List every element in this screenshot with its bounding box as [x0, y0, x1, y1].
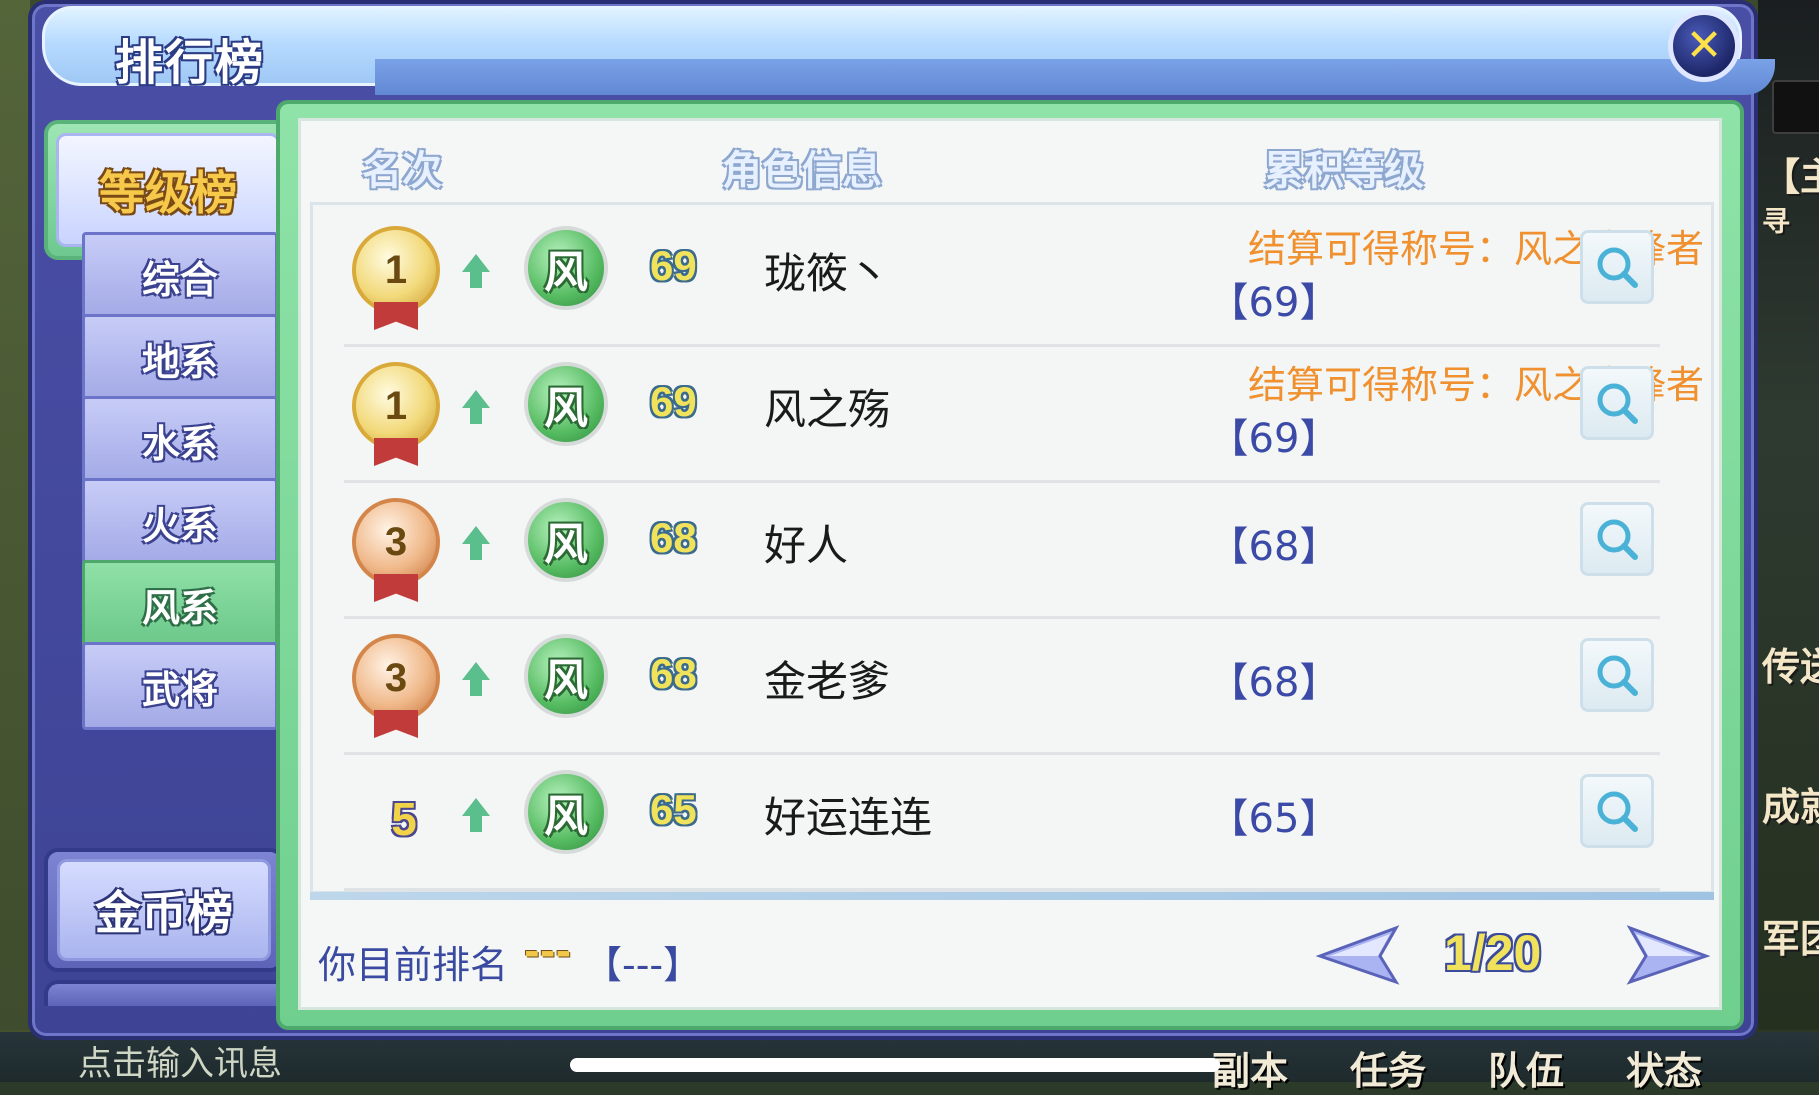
medal-rank-number: 1	[352, 226, 440, 314]
accumulated-level: 【65】	[1208, 796, 1340, 842]
gold-medal-icon: 1	[348, 226, 440, 338]
rank-number: 5	[391, 793, 417, 845]
ranking-row[interactable]: 3 风 68 好人 【68】	[344, 480, 1660, 619]
tab-next-stub[interactable]	[44, 980, 292, 1006]
medal-ribbon	[374, 438, 418, 466]
player-level: 69	[650, 242, 697, 289]
right-dock-slot	[1772, 80, 1819, 134]
wind-element-icon: 风	[524, 770, 608, 854]
bronze-medal-icon: 3	[348, 634, 440, 746]
bronze-medal-icon: 3	[348, 498, 440, 610]
view-player-button[interactable]	[1580, 502, 1654, 576]
medal-rank-number: 1	[352, 362, 440, 450]
sub-tab-wind[interactable]: 风系	[82, 560, 278, 648]
player-level: 65	[650, 786, 697, 833]
wind-element-icon: 风	[524, 226, 608, 310]
bottom-button-dungeon[interactable]: 副本	[1212, 1040, 1288, 1095]
rank-up-arrow-stem	[470, 814, 482, 832]
column-header-rank: 名次	[362, 148, 442, 194]
player-name: 风之殇	[764, 385, 891, 434]
view-player-button[interactable]	[1580, 230, 1654, 304]
right-dock-item-legion[interactable]: 军团	[1762, 908, 1819, 963]
bottom-button-quest[interactable]: 任务	[1350, 1040, 1426, 1095]
right-dock-item-search[interactable]: 寻	[1762, 200, 1819, 240]
right-dock-item-main[interactable]: 【主	[1762, 146, 1819, 201]
rank-up-arrow-stem	[470, 406, 482, 424]
my-rank-value: ---	[524, 930, 572, 974]
player-name: 好运连连	[764, 793, 933, 842]
sub-tab-general[interactable]: 武将	[82, 642, 278, 730]
next-page-arrow-icon[interactable]	[1620, 920, 1710, 990]
sub-tab-overall[interactable]: 综合	[82, 232, 278, 320]
medal-ribbon	[374, 574, 418, 602]
medal-rank-number: 3	[352, 634, 440, 722]
column-header-accum-level: 累积等级	[1264, 148, 1424, 194]
my-rank-bracket: 【---】	[584, 943, 702, 987]
view-player-button[interactable]	[1580, 638, 1654, 712]
list-scroll-indicator	[310, 892, 1714, 900]
window-title: 排行榜	[115, 35, 266, 91]
close-x-icon: ✕	[1685, 20, 1723, 71]
tab-gold-ranking[interactable]: 金币榜	[44, 848, 284, 972]
player-level: 69	[650, 378, 697, 425]
sub-tab-fire[interactable]: 火系	[82, 478, 278, 566]
wind-element-icon: 风	[524, 362, 608, 446]
ranking-row[interactable]: 1 风 69 风之殇 结算可得称号：风之先锋者 【69】	[344, 344, 1704, 483]
right-dock-item-teleport[interactable]: 传送	[1762, 636, 1819, 691]
ranking-row[interactable]: 5 风 65 好运连连 【65】	[344, 752, 1660, 891]
bottom-button-status[interactable]: 状态	[1626, 1040, 1702, 1095]
tab-level-ranking-label: 等级榜	[56, 133, 280, 247]
accumulated-level: 【69】	[1208, 280, 1340, 326]
view-player-button[interactable]	[1580, 366, 1654, 440]
magnifier-icon	[1597, 519, 1638, 560]
magnifier-icon	[1597, 655, 1638, 696]
player-name: 好人	[764, 521, 849, 570]
ranking-row[interactable]: 3 风 68 金老爹 【68】	[344, 616, 1660, 755]
prev-page-arrow-icon[interactable]	[1316, 920, 1406, 990]
medal-ribbon	[374, 710, 418, 738]
player-name: 金老爹	[764, 657, 891, 706]
magnifier-icon	[1597, 791, 1638, 832]
player-name: 珑筱丶	[764, 249, 891, 298]
medal-rank-number: 3	[352, 498, 440, 586]
tab-gold-ranking-label: 金币榜	[57, 859, 271, 961]
ranking-row[interactable]: 1 风 69 珑筱丶 结算可得称号：风之先锋者 【69】	[344, 208, 1704, 347]
gold-medal-icon: 1	[348, 362, 440, 474]
medal-ribbon	[374, 302, 418, 330]
scene-left-strip	[0, 0, 30, 1030]
wind-element-icon: 风	[524, 634, 608, 718]
sub-tab-water[interactable]: 水系	[82, 396, 278, 484]
player-level: 68	[650, 650, 697, 697]
player-level: 68	[650, 514, 697, 561]
column-header-role-info: 角色信息	[722, 148, 882, 194]
bottom-button-team[interactable]: 队伍	[1488, 1040, 1564, 1095]
rank-up-arrow-stem	[470, 678, 482, 696]
close-button[interactable]: ✕	[1668, 10, 1740, 82]
accumulated-level: 【68】	[1208, 660, 1340, 706]
my-rank-label: 你目前排名	[318, 943, 509, 987]
wind-element-icon: 风	[524, 498, 608, 582]
accumulated-level: 【68】	[1208, 524, 1340, 570]
magnifier-icon	[1597, 247, 1638, 288]
right-dock-item-achievement[interactable]: 成就	[1762, 776, 1819, 831]
accumulated-level: 【69】	[1208, 416, 1340, 462]
rank-up-arrow-stem	[470, 542, 482, 560]
title-bar: 排行榜	[42, 6, 1775, 95]
magnifier-icon	[1597, 383, 1638, 424]
page-indicator: 1/20	[1444, 925, 1542, 981]
view-player-button[interactable]	[1580, 774, 1654, 848]
home-indicator[interactable]	[570, 1058, 1220, 1072]
rank-up-arrow-stem	[470, 270, 482, 288]
sub-tab-earth[interactable]: 地系	[82, 314, 278, 402]
title-bar-decoration	[375, 59, 1775, 95]
chat-input-hint[interactable]: 点击输入讯息	[78, 1036, 282, 1085]
